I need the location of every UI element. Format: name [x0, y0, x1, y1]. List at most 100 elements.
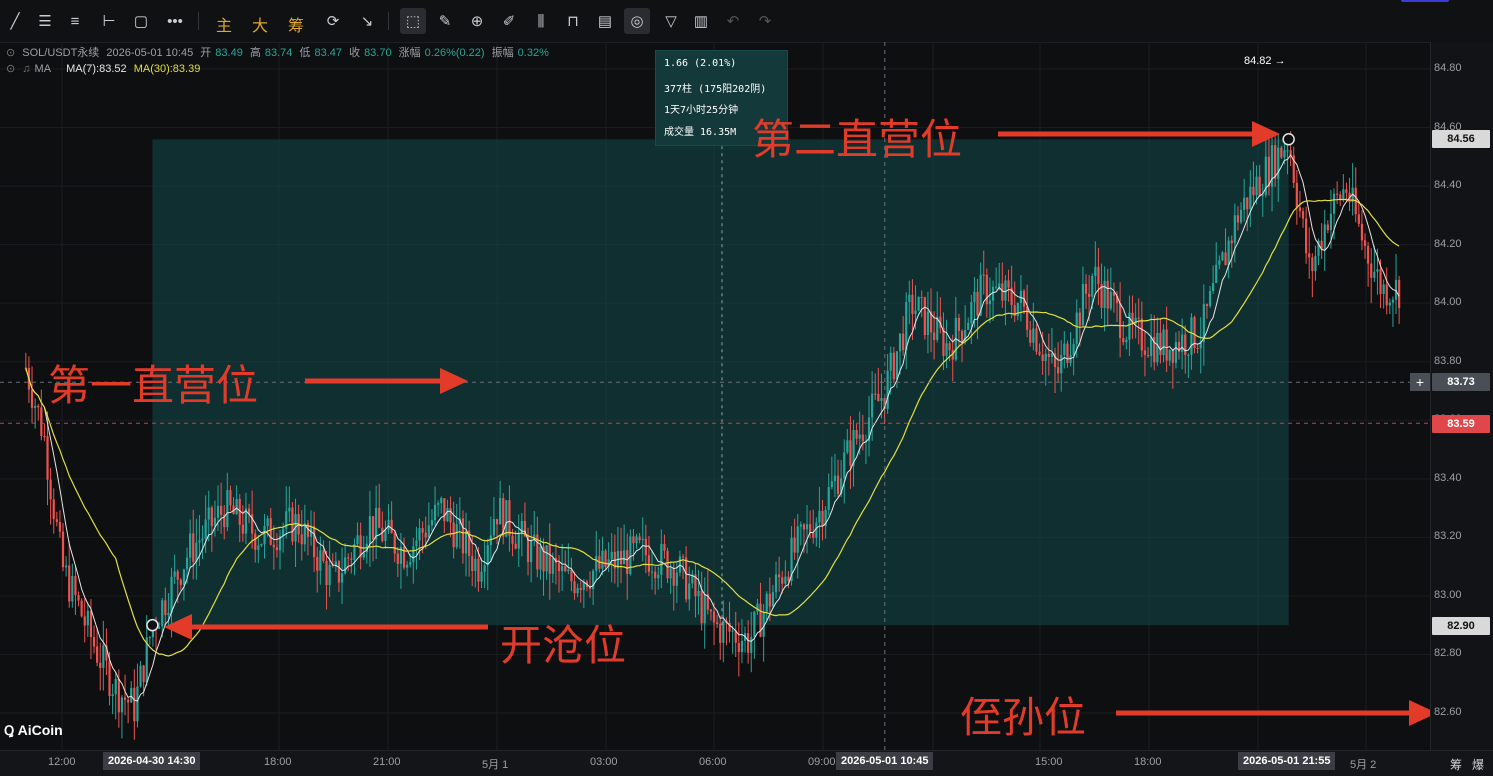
- filter-icon[interactable]: ▽: [658, 8, 684, 34]
- eye-icon[interactable]: ⊙: [6, 63, 15, 75]
- candle-body: [619, 550, 623, 565]
- candle-body: [920, 297, 923, 299]
- horizontal-ray-icon[interactable]: ☰: [32, 8, 58, 34]
- candle-body: [1159, 332, 1162, 356]
- candle-body: [334, 561, 337, 566]
- candle-body: [530, 540, 533, 563]
- candle-body: [440, 498, 443, 504]
- more-icon[interactable]: •••: [162, 8, 188, 34]
- candle-body: [474, 558, 477, 571]
- candle-body: [774, 574, 778, 593]
- candle-body: [170, 576, 173, 613]
- undo-icon[interactable]: ↶: [720, 8, 746, 34]
- candle-body: [322, 550, 325, 561]
- price-tag-crosshair: 83.73: [1432, 373, 1490, 391]
- candle-body: [1394, 279, 1398, 300]
- candle-body: [216, 505, 220, 518]
- ray-icon[interactable]: ⊢: [96, 8, 122, 34]
- candle-body: [771, 592, 775, 607]
- text-note-icon[interactable]: ▤: [592, 8, 618, 34]
- candle-body: [892, 352, 895, 380]
- ma-toggle[interactable]: MA: [35, 63, 52, 75]
- candle-body: [1274, 145, 1277, 179]
- candle-body: [877, 393, 880, 402]
- high-value: 83.74: [264, 47, 293, 59]
- candle-body: [182, 569, 186, 585]
- liquidation-button[interactable]: 爆: [1472, 756, 1484, 773]
- candle-body: [505, 500, 508, 537]
- cycle-icon[interactable]: ⟳: [320, 8, 346, 34]
- candle-body: [1128, 312, 1131, 340]
- line-tool-icon[interactable]: ╱: [2, 8, 28, 34]
- ruler-icon[interactable]: ✎: [432, 8, 458, 34]
- candle-body: [917, 297, 920, 311]
- candle-body: [573, 581, 576, 594]
- bell-icon[interactable]: ♫: [22, 63, 30, 75]
- candle-body: [675, 572, 678, 586]
- candle-body: [1119, 303, 1122, 339]
- eye-icon[interactable]: ⊙: [6, 47, 15, 59]
- candle-body: [557, 562, 561, 572]
- big-chart-toggle[interactable]: 大: [252, 12, 268, 36]
- candle-body: [545, 545, 548, 572]
- cursor-select-icon[interactable]: ⬚: [400, 8, 426, 34]
- draw-arrow-icon[interactable]: ↘: [354, 8, 380, 34]
- candle-body: [923, 297, 926, 336]
- candle-body: [288, 507, 291, 512]
- price-tick-label: 84.00: [1434, 296, 1462, 309]
- add-alert-icon[interactable]: +: [1410, 373, 1430, 391]
- candle-body: [1252, 186, 1255, 196]
- candle-body: [210, 507, 213, 527]
- candle-body: [1196, 348, 1199, 350]
- candle-body: [858, 434, 861, 439]
- brush-icon[interactable]: ✐: [496, 8, 522, 34]
- main-chart-toggle[interactable]: 主: [216, 12, 232, 36]
- window-accent: [1401, 0, 1449, 2]
- candle-body: [1243, 197, 1246, 210]
- candle-body: [973, 291, 976, 303]
- trash-icon[interactable]: ▥: [688, 8, 714, 34]
- candle-body: [827, 487, 830, 510]
- parallel-channel-icon[interactable]: ≡: [62, 8, 88, 34]
- candle-body: [610, 551, 613, 560]
- candle-body: [378, 507, 381, 528]
- price-axis[interactable]: [1430, 42, 1493, 750]
- candle-body: [108, 660, 111, 697]
- candle-body: [1342, 189, 1345, 199]
- candle-body: [623, 550, 626, 565]
- candle-body: [595, 556, 598, 571]
- rectangle-icon[interactable]: ▢: [128, 8, 154, 34]
- candle-body: [1050, 353, 1054, 358]
- candle-body: [130, 687, 133, 703]
- chips-toggle[interactable]: 筹: [288, 12, 304, 36]
- candle-body: [1066, 343, 1069, 363]
- redo-icon[interactable]: ↷: [752, 8, 778, 34]
- candle-body: [99, 662, 102, 668]
- candle-body: [740, 640, 744, 653]
- measure-duration: 1天7小时25分钟: [664, 105, 739, 116]
- lock-icon[interactable]: ⊓: [560, 8, 586, 34]
- candle-body: [688, 583, 691, 600]
- zoom-icon[interactable]: ⊕: [464, 8, 490, 34]
- candle-body: [55, 519, 58, 522]
- candle-body: [548, 545, 551, 574]
- candle-body: [1162, 329, 1165, 356]
- candle-body: [114, 678, 117, 695]
- candle-body: [412, 546, 415, 563]
- candle-body: [796, 526, 799, 553]
- measure-icon[interactable]: ⫼: [528, 8, 554, 34]
- chips-button[interactable]: 筹: [1450, 756, 1462, 773]
- candle-body: [455, 524, 458, 548]
- time-tick-label: 15:00: [1035, 756, 1063, 768]
- candle-body: [1280, 147, 1283, 158]
- ma-legend: ⊙ ♫ MA MA(7):83.52 MA(30):83.39: [6, 62, 204, 75]
- candle-body: [781, 577, 784, 584]
- candle-body: [1246, 197, 1249, 210]
- candle-body: [815, 522, 818, 538]
- candle-body: [350, 558, 353, 560]
- candle-body: [68, 565, 71, 602]
- magnet-icon[interactable]: ◎: [624, 8, 650, 34]
- candle-body: [778, 574, 781, 578]
- candle-body: [933, 332, 936, 340]
- candle-body: [564, 566, 567, 572]
